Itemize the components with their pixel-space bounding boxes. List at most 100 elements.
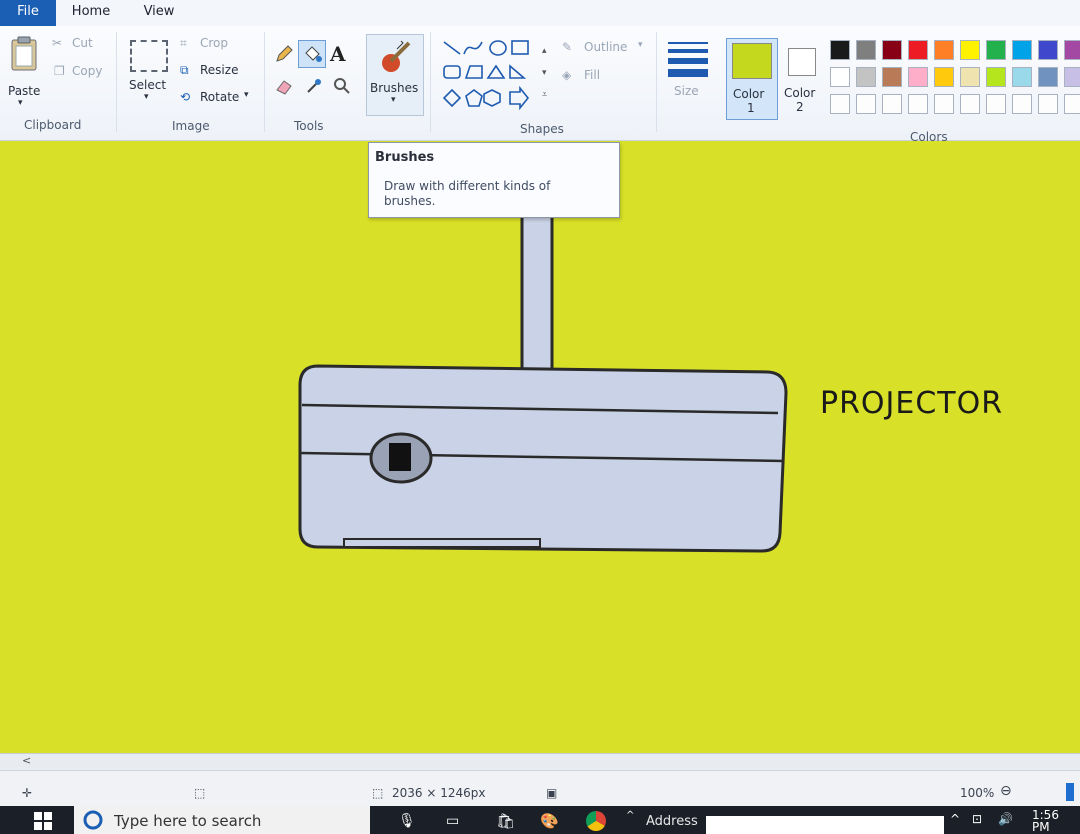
palette-swatch[interactable] [1012, 40, 1032, 60]
palette-swatch[interactable] [830, 40, 850, 60]
palette-swatch[interactable] [908, 94, 928, 114]
tab-home[interactable]: Home [62, 0, 120, 26]
volume-icon[interactable]: 🔊 [998, 812, 1013, 826]
palette-swatch[interactable] [934, 94, 954, 114]
divider [116, 32, 117, 132]
palette-swatch[interactable] [1064, 94, 1080, 114]
resize-icon: ⧉ [180, 63, 189, 77]
copy-icon: ❐ [54, 64, 65, 78]
color2-button[interactable]: Color 2 [782, 38, 822, 118]
resize-label: Resize [200, 63, 239, 77]
palette-swatch[interactable] [908, 67, 928, 87]
fill-bucket-icon[interactable] [298, 40, 326, 68]
palette-swatch[interactable] [1012, 94, 1032, 114]
palette-swatch[interactable] [856, 67, 876, 87]
address-input[interactable] [706, 816, 944, 834]
palette-swatch[interactable] [960, 94, 980, 114]
palette-swatch[interactable] [934, 67, 954, 87]
palette-swatch[interactable] [856, 40, 876, 60]
image-size-icon: ⬚ [372, 786, 384, 800]
palette-swatch[interactable] [882, 40, 902, 60]
shapes-scroll-arrows[interactable]: ▴ ▾ ⩡ [542, 40, 547, 106]
taskbar-search-box[interactable]: Type here to search [74, 806, 370, 834]
palette-swatch[interactable] [1064, 67, 1080, 87]
palette-swatch[interactable] [1012, 67, 1032, 87]
image-dimensions: 2036 × 1246px [392, 786, 486, 800]
shapes-gallery[interactable] [440, 38, 550, 112]
palette-swatch[interactable] [986, 40, 1006, 60]
palette-swatch[interactable] [960, 40, 980, 60]
brushes-button[interactable]: Brushes ▾ [366, 34, 424, 116]
copy-button[interactable]: ❐ Copy [52, 64, 108, 82]
zoom-out-button[interactable]: ⊖ [1000, 783, 1012, 799]
store-icon[interactable]: 🛍 [496, 812, 515, 830]
color2-number: 2 [796, 100, 804, 114]
palette-swatch[interactable] [986, 67, 1006, 87]
rotate-icon: ⟲ [180, 90, 191, 104]
tooltip-title: Brushes [375, 150, 435, 165]
fill-button[interactable]: ◈ Fill [562, 68, 622, 86]
paint-app-icon[interactable]: 🎨 [540, 812, 559, 830]
ribbon-tabs: File Home View [0, 0, 1080, 26]
scroll-left-icon[interactable]: < [22, 754, 31, 767]
palette-swatch[interactable] [856, 94, 876, 114]
palette-swatch[interactable] [882, 67, 902, 87]
palette-swatch[interactable] [960, 67, 980, 87]
windows-start-icon[interactable] [34, 812, 52, 830]
eraser-icon[interactable] [274, 76, 294, 96]
tooltip-description: Draw with different kinds of brushes. [384, 179, 551, 208]
cut-button[interactable]: ✂ Cut [52, 36, 102, 54]
cursor-position-icon: ✛ [22, 786, 33, 800]
status-bar: ✛ ⬚ ⬚ 2036 × 1246px ▣ 100% ⊖ [0, 770, 1080, 807]
chrome-icon[interactable] [586, 811, 606, 831]
microphone-icon[interactable]: 🎙 [398, 813, 416, 829]
color-palette [830, 40, 1080, 122]
text-tool-icon[interactable]: A [330, 42, 352, 66]
crop-label: Crop [200, 36, 229, 50]
rotate-button[interactable]: ⟲ Rotate ▾ [180, 90, 260, 108]
palette-swatch[interactable] [882, 94, 902, 114]
resize-button[interactable]: ⧉ Resize [180, 63, 250, 81]
ribbon: Paste ▾ ✂ Cut ❐ Copy Clipboard Select ▾ … [0, 26, 1080, 144]
task-view-icon[interactable]: ▭ [446, 813, 459, 829]
color1-swatch [732, 43, 772, 79]
palette-swatch[interactable] [934, 40, 954, 60]
color2-swatch [788, 48, 816, 76]
crop-button[interactable]: ⌗ Crop [180, 36, 240, 54]
palette-swatch[interactable] [1038, 94, 1058, 114]
tab-file[interactable]: File [0, 0, 56, 26]
palette-swatch[interactable] [1038, 40, 1058, 60]
chevron-down-icon: ▾ [244, 90, 249, 100]
brushes-tooltip: Brushes Draw with different kinds of bru… [368, 142, 620, 218]
select-icon [130, 40, 168, 72]
palette-swatch[interactable] [1038, 67, 1058, 87]
palette-swatch[interactable] [830, 67, 850, 87]
paste-button[interactable]: Paste ▾ [4, 32, 44, 112]
color-picker-icon[interactable] [304, 76, 324, 96]
pencil-icon[interactable] [274, 44, 294, 64]
file-size-icon: ▣ [546, 786, 558, 800]
chevron-up-icon[interactable]: ^ [950, 812, 960, 826]
palette-swatch[interactable] [986, 94, 1006, 114]
chevron-up-icon[interactable]: ^ [626, 810, 634, 821]
tools-group-label: Tools [294, 119, 324, 133]
tab-view[interactable]: View [134, 0, 184, 26]
zoom-slider[interactable] [1066, 783, 1074, 801]
color1-number: 1 [747, 101, 755, 115]
color2-label: Color [784, 86, 816, 100]
color1-button[interactable]: Color 1 [726, 38, 778, 120]
clipboard-group-label: Clipboard [24, 118, 82, 132]
palette-swatch[interactable] [908, 40, 928, 60]
drawing-canvas[interactable]: PROJECTOR [0, 141, 1080, 753]
select-button[interactable]: Select ▾ [126, 36, 170, 112]
size-button[interactable]: Size [666, 40, 710, 104]
select-label: Select [129, 78, 167, 92]
horizontal-scrollbar[interactable]: < [0, 753, 1080, 770]
palette-swatch[interactable] [1064, 40, 1080, 60]
magnifier-icon[interactable] [332, 76, 352, 96]
outline-button[interactable]: ✎ Outline ▾ [562, 40, 652, 58]
palette-swatch[interactable] [830, 94, 850, 114]
network-icon[interactable]: ⊡ [972, 812, 982, 826]
chevron-down-icon: ▾ [391, 95, 396, 105]
taskbar-clock[interactable]: 1:56 PM [1032, 809, 1080, 833]
